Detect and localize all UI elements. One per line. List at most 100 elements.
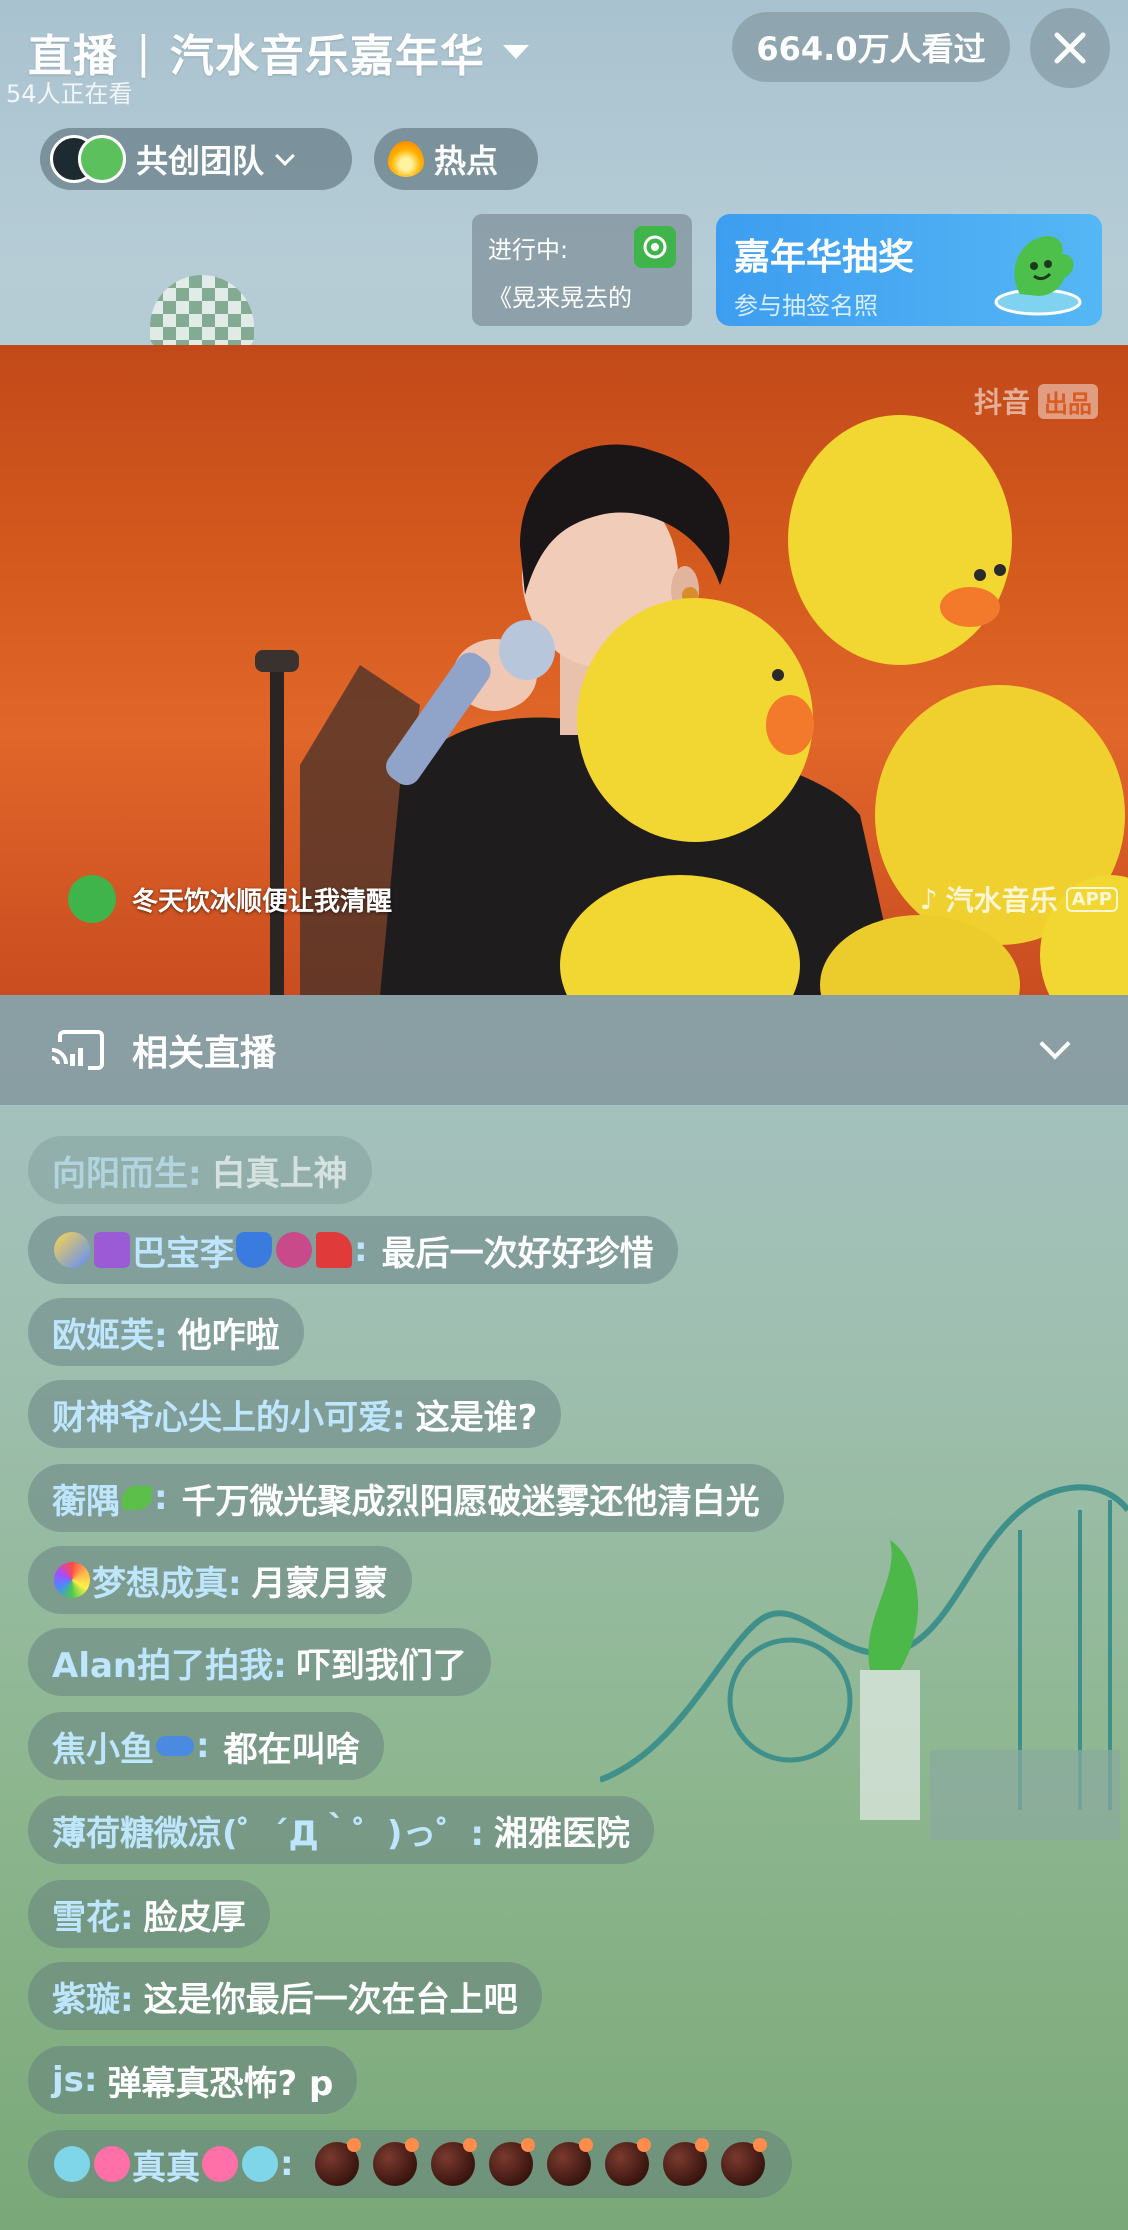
chat-username[interactable]: 雪花:	[52, 1890, 134, 1939]
chat-username[interactable]: Alan拍了拍我:	[52, 1638, 287, 1687]
chat-text: 这是谁?	[415, 1397, 538, 1438]
chat-username[interactable]: 向阳而生:	[52, 1146, 202, 1195]
heart-emoji-icon	[202, 2146, 238, 2182]
now-playing-status: 进行中:	[488, 235, 569, 264]
rainbow-emoji-icon	[54, 1562, 90, 1598]
douyin-watermark: 抖音 出品	[974, 381, 1098, 421]
live-cast-icon	[51, 1030, 104, 1070]
lyric-text: 冬天饮冰顺便让我清醒	[132, 886, 393, 917]
total-views-pill[interactable]: 664.0万人看过	[732, 12, 1010, 82]
heart-emoji-icon	[94, 2146, 130, 2182]
dress-emoji-icon	[236, 1232, 272, 1268]
fire-icon	[388, 141, 424, 177]
now-playing-card[interactable]: 进行中: 《晃来晃去的	[472, 214, 692, 326]
douyin-watermark-text: 抖音	[973, 386, 1030, 419]
chat-colon: :	[280, 2144, 294, 2184]
app-badge: APP	[1065, 886, 1118, 912]
chat-text: 这是你最后一次在台上吧	[143, 1979, 518, 2020]
bomb-emoji-icon	[372, 2138, 419, 2186]
hot-label: 热点	[434, 142, 499, 180]
chat-username[interactable]: 财神爷心尖上的小可爱:	[52, 1390, 406, 1439]
music-note-icon: ♪	[919, 882, 938, 916]
music-logo-icon	[68, 875, 116, 923]
roller-coaster-scenery	[600, 1484, 1128, 1840]
lyric-caption: 冬天饮冰顺便让我清醒	[68, 875, 392, 923]
title-separator: |	[136, 26, 152, 78]
chat-message: 财神爷心尖上的小可爱: 这是谁?	[28, 1380, 562, 1448]
chat-username[interactable]: 焦小鱼	[52, 1722, 154, 1771]
chevron-down-icon	[275, 146, 295, 166]
chat-username[interactable]: 欧姬芙:	[52, 1308, 168, 1357]
duck-balloon	[577, 598, 814, 842]
chat-message: 雪花: 脸皮厚	[28, 1880, 270, 1948]
checkered-hot-air-balloon	[150, 275, 254, 347]
dropdown-caret-icon[interactable]	[502, 45, 529, 59]
bomb-emoji-icon	[314, 2138, 361, 2186]
chat-text: 月蒙月蒙	[251, 1563, 388, 1604]
watching-now-count: 54人正在看	[6, 80, 133, 108]
chat-message: 巴宝李 : 最后一次好好珍惜	[28, 1216, 678, 1284]
mascot-icon	[994, 235, 1082, 316]
chat-username[interactable]: js:	[52, 2060, 98, 2100]
chat-username[interactable]: 巴宝李	[132, 1226, 234, 1275]
sprout-emoji-icon	[122, 1486, 152, 1510]
music-app-icon	[634, 226, 676, 268]
sparkle-emoji-icon	[54, 1232, 90, 1268]
bomb-emoji-icon	[546, 2138, 593, 2186]
now-playing-song: 《晃来晃去的	[488, 284, 632, 312]
bomb-emoji-icon	[720, 2138, 767, 2186]
app-watermark-text: 汽水音乐	[945, 884, 1058, 917]
team-label: 共创团队	[136, 142, 265, 180]
swirl-emoji-icon	[242, 2146, 278, 2182]
chat-text: 都在叫啥	[223, 1729, 360, 1770]
chat-colon: :	[196, 1726, 210, 1766]
chat-text: 弹幕真恐怖? p	[107, 2063, 334, 2104]
bomb-emoji-icon	[488, 2138, 535, 2186]
fish-emoji-icon	[156, 1736, 194, 1756]
chat-username[interactable]: 蘅隅	[52, 1474, 120, 1523]
bomb-emoji-icon	[662, 2138, 709, 2186]
chat-text: 白真上神	[211, 1153, 348, 1194]
chat-text: 最后一次好好珍惜	[381, 1233, 654, 1274]
chat-message: Alan拍了拍我: 吓到我们了	[28, 1628, 491, 1696]
related-live-bar[interactable]: 相关直播	[0, 995, 1128, 1105]
avatar	[78, 135, 126, 183]
chat-colon: :	[354, 1230, 368, 1270]
chat-message: 真真 :	[28, 2130, 792, 2198]
chat-message: 向阳而生: 白真上神	[28, 1136, 372, 1204]
qishui-music-watermark: ♪ 汽水音乐 APP	[920, 879, 1118, 919]
chat-colon: :	[154, 1478, 168, 1518]
live-header: 直播 | 汽水音乐嘉年华 54人正在看 664.0万人看过 共创团队 热点 进行…	[0, 0, 1128, 347]
chat-message: 焦小鱼 : 都在叫啥	[28, 1712, 384, 1780]
chat-text: 他咋啦	[177, 1315, 280, 1356]
bomb-emoji-icon	[604, 2138, 651, 2186]
bomb-emoji-icon	[430, 2138, 477, 2186]
chat-username[interactable]: 梦想成真:	[92, 1556, 242, 1605]
chat-message: 欧姬芙: 他咋啦	[28, 1298, 304, 1366]
close-icon	[1054, 32, 1086, 64]
co-creation-team-button[interactable]: 共创团队	[40, 128, 352, 190]
carnival-lottery-banner[interactable]: 嘉年华抽奖 参与抽签名照	[716, 214, 1102, 326]
chat-message: js: 弹幕真恐怖? p	[28, 2046, 358, 2114]
watermark-tag: 出品	[1038, 383, 1098, 419]
chat-username[interactable]: 薄荷糖微凉(゜´Д｀゜)っ゜:	[52, 1806, 484, 1855]
swirl-emoji-icon	[54, 2146, 90, 2182]
chat-message: 薄荷糖微凉(゜´Д｀゜)っ゜: 湘雅医院	[28, 1796, 654, 1864]
bomb-emoji-row	[308, 2138, 772, 2186]
chat-message: 紫璇: 这是你最后一次在台上吧	[28, 1962, 542, 2030]
chat-username[interactable]: 紫璇:	[52, 1972, 134, 2021]
chat-text: 脸皮厚	[143, 1897, 246, 1938]
duck-balloon	[788, 415, 1012, 665]
chat-message: 梦想成真: 月蒙月蒙	[28, 1546, 412, 1614]
chevron-down-icon[interactable]	[1039, 1028, 1071, 1060]
close-button[interactable]	[1030, 8, 1110, 88]
chat-username[interactable]: 真真	[132, 2140, 200, 2189]
related-live-label: 相关直播	[132, 1033, 277, 1074]
lipstick-emoji-icon	[276, 1232, 312, 1268]
room-name: 汽水音乐嘉年华	[169, 31, 485, 82]
hot-topic-button[interactable]: 热点	[374, 128, 538, 190]
live-video-player[interactable]: 抖音 出品 冬天饮冰顺便让我清醒 ♪ 汽水音乐 APP	[0, 345, 1128, 995]
heel-emoji-icon	[316, 1232, 352, 1268]
team-avatars	[50, 135, 126, 183]
bag-emoji-icon	[94, 1232, 130, 1268]
